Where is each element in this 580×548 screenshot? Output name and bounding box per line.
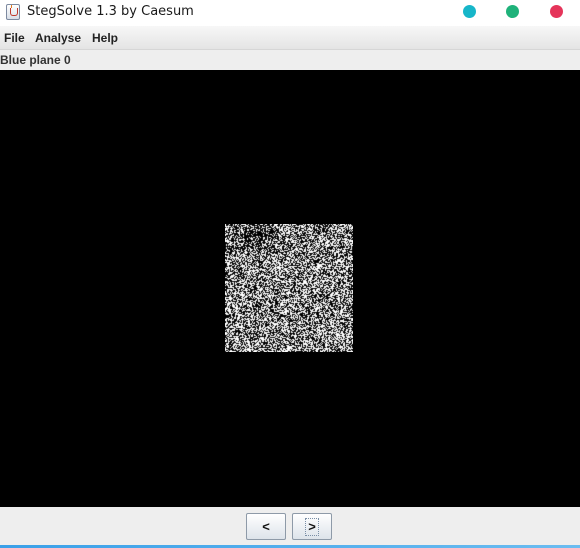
title-bar[interactable]: StegSolve 1.3 by Caesum <box>0 0 580 26</box>
menu-analyse[interactable]: Analyse <box>35 31 81 45</box>
image-panel[interactable] <box>0 70 580 507</box>
java-app-icon <box>6 4 20 20</box>
menu-help[interactable]: Help <box>92 31 118 45</box>
previous-plane-button[interactable]: < <box>246 513 286 540</box>
maximize-button[interactable] <box>506 5 519 18</box>
stegsolve-window: StegSolve 1.3 by Caesum File Analyse Hel… <box>0 0 580 548</box>
previous-label: < <box>262 519 270 534</box>
minimize-button[interactable] <box>463 5 476 18</box>
menu-bar: File Analyse Help <box>0 26 580 50</box>
plane-label-bar: Blue plane 0 <box>0 51 580 70</box>
bit-plane-image <box>225 224 353 352</box>
next-label: > <box>305 518 319 536</box>
navigation-bar: < > <box>0 507 580 548</box>
next-plane-button[interactable]: > <box>292 513 332 540</box>
menu-file[interactable]: File <box>4 31 25 45</box>
plane-label: Blue plane 0 <box>0 53 71 67</box>
close-button[interactable] <box>550 5 563 18</box>
window-title: StegSolve 1.3 by Caesum <box>27 4 194 19</box>
